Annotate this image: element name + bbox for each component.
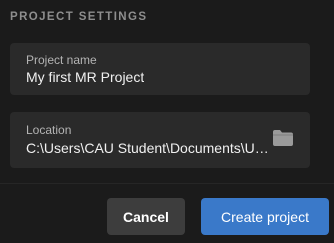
- create-project-button[interactable]: Create project: [201, 198, 329, 235]
- project-name-field[interactable]: Project name My first MR Project: [10, 43, 310, 95]
- footer-divider: [0, 183, 334, 184]
- location-field[interactable]: Location C:\Users\CAU Student\Documents\…: [10, 112, 310, 168]
- folder-icon: [273, 130, 293, 146]
- browse-folder-button[interactable]: [272, 129, 294, 147]
- location-input[interactable]: C:\Users\CAU Student\Documents\Unity Pro…: [26, 140, 270, 156]
- cancel-button[interactable]: Cancel: [107, 198, 185, 235]
- section-title: PROJECT SETTINGS: [10, 11, 148, 23]
- project-name-input[interactable]: My first MR Project: [26, 69, 144, 85]
- project-name-label: Project name: [26, 53, 97, 67]
- location-label: Location: [26, 123, 72, 137]
- project-settings-panel: PROJECT SETTINGS Project name My first M…: [0, 0, 334, 243]
